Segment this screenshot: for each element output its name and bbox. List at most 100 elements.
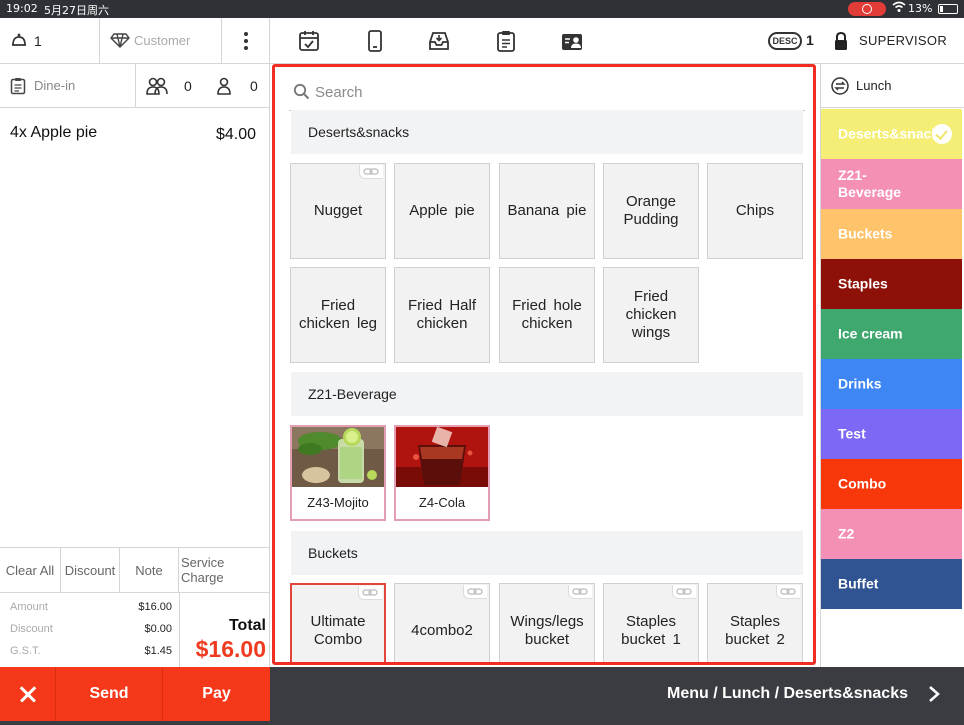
category-label: Ice cream [838,325,903,342]
clipboard-list-icon[interactable] [494,29,518,53]
menu-item-tile[interactable]: Banana pie [499,163,595,259]
adult-count: 0 [184,78,192,94]
menu-item-tile[interactable]: Nugget [290,163,386,259]
order-line[interactable]: 4x Apple pie $4.00 [10,124,260,146]
menu-item-tile[interactable]: Fried hole chicken [499,267,595,363]
system-status-bar: 19:02 5月27日周六 13% [0,0,964,18]
menu-item-tile[interactable]: Fried Half chicken [394,267,490,363]
calendar-check-icon[interactable] [297,29,321,53]
order-header: 1 Customer [0,18,270,64]
category-label: Buffet [838,575,879,592]
section-header: Deserts&snacks [291,110,803,154]
category-item[interactable]: Drinks [821,359,962,409]
child-count: 0 [250,78,258,94]
menu-name-label: Lunch [856,78,892,93]
top-toolbar: DESC 1 SUPERVISOR [270,18,964,64]
menu-area: Deserts&snacks Nugget Apple pie Banana p… [270,64,820,667]
status-date: 5月27日周六 [44,4,109,17]
discount-total-label: Discount [10,623,53,635]
menu-item-label: 4combo2 [411,622,473,639]
link-icon [672,585,696,599]
desc-count: 1 [806,32,814,48]
category-item[interactable]: Buffet [821,559,962,609]
service-charge-label: Service Charge [181,555,225,585]
menu-item-label: Staples bucket 1 [621,613,681,648]
adults-icon [146,77,168,95]
cancel-order-button[interactable] [0,667,55,721]
category-label: Z2 [838,525,855,542]
user-badge-icon[interactable] [560,29,584,53]
menu-item-label: Banana pie [507,202,587,219]
menu-item-tile[interactable]: 4combo2 [394,583,490,662]
menu-grid-frame: Deserts&snacks Nugget Apple pie Banana p… [272,64,816,665]
menu-item-tile[interactable]: Wings/legs bucket [499,583,595,662]
menu-switch-button[interactable]: Lunch [821,64,964,108]
menu-item-tile[interactable]: Fried chicken leg [290,267,386,363]
section-header: Z21-Beverage [291,372,803,416]
send-button[interactable]: Send [55,667,162,721]
menu-item-tile[interactable]: Staples bucket 2 [707,583,803,662]
totals-breakdown: Amount $16.00 Discount $0.00 G.S.T. $1.45 [0,593,180,667]
search-input[interactable] [315,79,775,105]
mobile-icon[interactable] [363,29,387,53]
clear-all-label: Clear All [5,563,55,578]
menu-item-tile[interactable]: Apple pie [394,163,490,259]
note-button[interactable]: Note [120,548,179,593]
guest-count-button[interactable]: 1 [0,18,100,64]
category-item[interactable]: Test [821,409,962,459]
category-item[interactable]: Z2 [821,509,962,559]
menu-item-tile[interactable]: Staples bucket 1 [603,583,699,662]
category-item[interactable]: Staples [821,259,962,309]
swap-icon [831,77,849,95]
category-item[interactable]: Buckets [821,209,962,259]
menu-item-tile[interactable]: Chips [707,163,803,259]
link-icon [776,585,800,599]
link-icon [359,165,383,179]
category-item[interactable]: Ice cream [821,309,962,359]
menu-item-tile[interactable]: Fried chicken wings [603,267,699,363]
menu-item-label: Nugget [313,202,363,219]
party-size[interactable]: 0 0 [136,64,270,108]
diamond-icon [110,33,130,48]
category-label: Staples [838,275,888,292]
clipboard-icon [10,78,26,95]
category-item[interactable]: Deserts&snacks [821,109,962,159]
more-vertical-icon [244,32,248,53]
amount-row: Amount $16.00 [10,601,172,617]
menu-item-label: Fried chicken wings [625,288,677,341]
service-charge-button[interactable]: Service Charge [179,548,270,593]
amount-label: Amount [10,601,48,613]
menu-item-tile[interactable]: Z43-Mojito [290,425,386,521]
clear-all-button[interactable]: Clear All [0,548,61,593]
pay-button[interactable]: Pay [162,667,270,721]
inbox-tray-icon[interactable] [427,29,451,53]
menu-item-tile[interactable]: Ultimate Combo [290,583,386,662]
guest-count: 1 [34,33,42,49]
check-circle-icon [932,124,952,144]
status-time: 19:02 [6,2,38,15]
customer-button[interactable]: Customer [100,18,222,64]
menu-item-tile[interactable]: Orange Pudding [603,163,699,259]
link-icon [358,586,382,600]
discount-row: Discount $0.00 [10,623,172,639]
menu-item-label: Z43-Mojito [307,495,369,510]
discount-button[interactable]: Discount [61,548,120,593]
order-totals: Amount $16.00 Discount $0.00 G.S.T. $1.45 T… [0,593,270,667]
desc-sort-badge[interactable]: DESC [768,32,802,50]
category-sidebar: Lunch Deserts&snacks Z21-Beverage Bucket… [820,64,964,667]
search-bar [289,73,805,111]
more-options-button[interactable] [222,18,270,64]
breadcrumb: Menu / Lunch / Deserts&snacks [667,685,908,702]
discount-value: $0.00 [144,623,172,635]
order-panel: 1 Customer Dine-in 0 0 4x Apple pie $4.0… [0,18,270,667]
lock-icon[interactable] [833,31,849,51]
category-item[interactable]: Combo [821,459,962,509]
category-item[interactable]: Z21-Beverage [821,159,962,209]
chevron-right-icon[interactable] [926,685,942,703]
menu-item-tile[interactable]: Z4-Cola [394,425,490,521]
menu-item-label: Chips [735,202,775,219]
order-type-button[interactable]: Dine-in [0,64,136,108]
user-role-label[interactable]: SUPERVISOR [859,33,947,48]
category-label: Combo [838,475,887,492]
order-line-price: $4.00 [215,126,256,143]
